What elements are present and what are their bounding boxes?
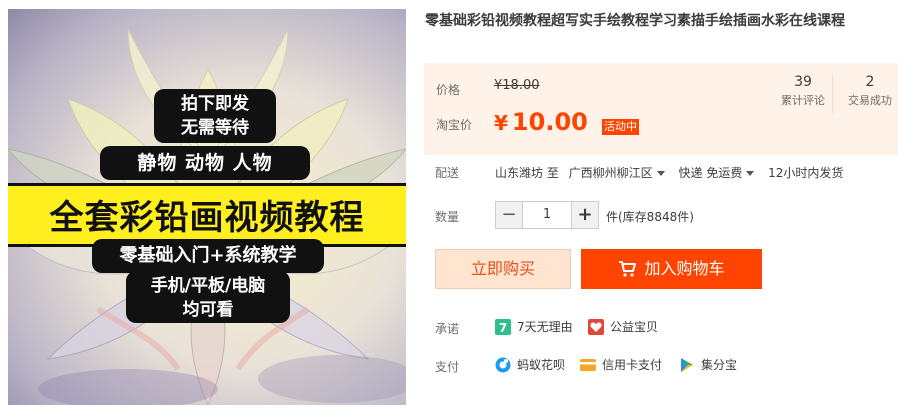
payment-item-label: 蚂蚁花呗 [517, 358, 566, 372]
promo-badge-instant: 拍下即发 无需等待 [154, 89, 276, 143]
product-title: 零基础彩铅视频教程超写实手绘教程学习素描手绘插画水彩在线课程 [425, 13, 845, 29]
chevron-down-icon [746, 171, 755, 176]
add-to-cart-label: 加入购物车 [644, 259, 725, 278]
product-image[interactable]: 拍下即发 无需等待 静物 动物 人物 全套彩铅画视频教程 零基础入门+系统教学 … [8, 9, 406, 405]
promise-charity[interactable]: 公益宝贝 [588, 318, 658, 335]
original-price: ¥18.00 [494, 78, 540, 93]
badge-top-line-2: 无需等待 [181, 118, 249, 138]
add-to-cart-button[interactable]: 加入购物车 [581, 249, 762, 289]
chevron-down-icon [656, 171, 665, 176]
promise-label: 承诺 [435, 322, 460, 336]
shipping-method: 快递 免运费 [678, 166, 743, 180]
promise-item-label: 7天无理由 [517, 320, 573, 334]
payment-item-label: 信用卡支付 [602, 358, 663, 372]
delivery-destination-select[interactable]: 广西柳州柳江区 [569, 166, 671, 180]
stock-info: 件(库存8848件) [606, 210, 694, 224]
dispatch-time: 12小时内发货 [768, 166, 844, 180]
quantity-input[interactable]: 1 [523, 201, 571, 229]
reviews-label: 累计评论 [781, 94, 825, 107]
deals-stat[interactable]: 2 交易成功 [838, 72, 898, 110]
promo-price-value: 10.00 [511, 108, 588, 136]
cart-icon [619, 261, 637, 277]
promise-7day-return[interactable]: 7 7天无理由 [495, 318, 573, 335]
svg-text:7: 7 [499, 321, 507, 335]
price-label: 价格 [436, 83, 461, 97]
huabei-icon [495, 357, 511, 372]
reviews-stat[interactable]: 39 累计评论 [771, 72, 835, 110]
badge-bottom-line-2: 均可看 [182, 300, 234, 320]
deals-count: 2 [865, 74, 875, 90]
currency-symbol: ¥ [494, 111, 508, 135]
promo-badge-subjects: 静物 动物 人物 [100, 146, 310, 180]
delivery-from: 山东潍坊 至 [495, 166, 559, 180]
jifenbao-icon [681, 357, 693, 372]
quantity-increase-button[interactable]: + [571, 201, 599, 229]
credit-card-icon [580, 358, 596, 371]
payment-jifenbao[interactable]: 集分宝 [679, 356, 737, 373]
payment-huabei[interactable]: 蚂蚁花呗 [495, 356, 565, 373]
promo-badge-beginner: 零基础入门+系统教学 [92, 239, 324, 273]
promise-item-label: 公益宝贝 [610, 320, 659, 334]
promo-banner-main: 全套彩铅画视频教程 [8, 183, 406, 247]
badge-bottom-line-1: 手机/平板/电脑 [150, 276, 266, 296]
deals-label: 交易成功 [848, 94, 892, 107]
reviews-count: 39 [794, 74, 812, 90]
price-panel: 价格 ¥18.00 淘宝价 ¥10.00 活动中 39 累计评论 2 交易成功 [424, 63, 898, 155]
promo-price-label: 淘宝价 [436, 118, 473, 132]
badge-top-line-1: 拍下即发 [181, 94, 249, 114]
shipping-method-select[interactable]: 快递 免运费 [679, 166, 761, 180]
payment-item-label: 集分宝 [701, 358, 738, 372]
promo-badge-devices: 手机/平板/电脑 均可看 [126, 271, 290, 323]
promo-price: ¥10.00 [494, 108, 588, 136]
quantity-label: 数量 [435, 210, 460, 224]
delivery-destination: 广西柳州柳江区 [568, 166, 653, 180]
quantity-stepper: − 1 + [495, 201, 599, 229]
buy-now-button[interactable]: 立即购买 [435, 249, 571, 289]
quantity-decrease-button[interactable]: − [495, 201, 523, 229]
charity-heart-icon [588, 318, 604, 335]
stat-divider [832, 75, 833, 113]
promo-status-tag: 活动中 [602, 119, 639, 135]
payment-credit-card[interactable]: 信用卡支付 [580, 356, 662, 373]
delivery-label: 配送 [435, 166, 460, 180]
seven-day-return-icon: 7 [495, 318, 511, 335]
delivery-row: 配送 山东潍坊 至 广西柳州柳江区 快递 免运费 12小时内发货 [435, 164, 843, 181]
payment-label: 支付 [435, 360, 460, 374]
